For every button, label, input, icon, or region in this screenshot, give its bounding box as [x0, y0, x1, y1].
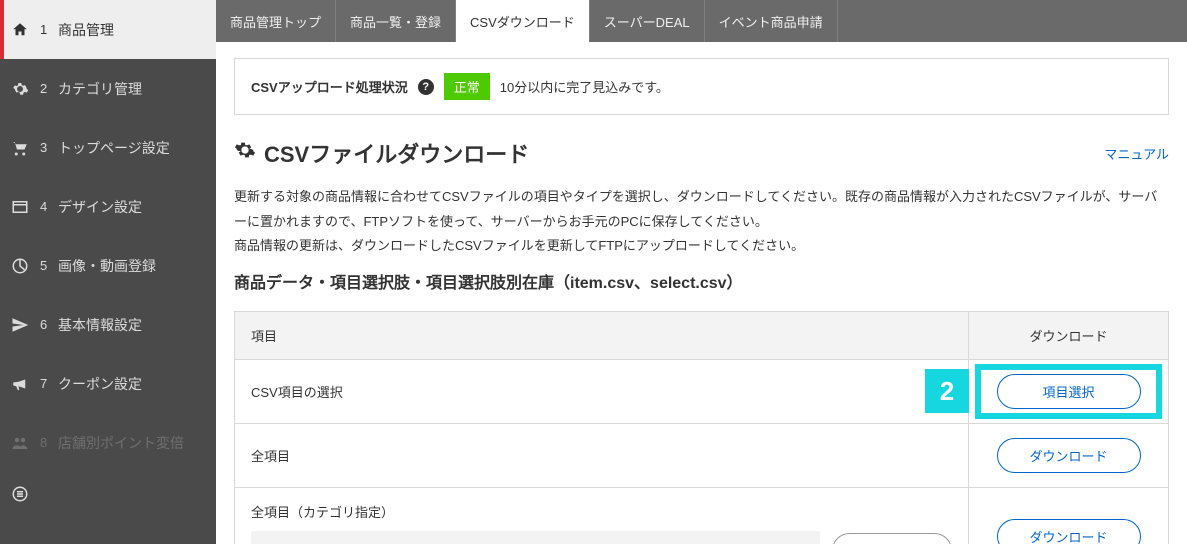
gear-icon: [234, 139, 256, 167]
row-label: 全項目（カテゴリ指定）: [251, 502, 952, 521]
download-button[interactable]: ダウンロード: [997, 438, 1141, 473]
upload-status-box: CSVアップロード処理状況 ? 正常 10分以内に完了見込みです。: [234, 58, 1169, 115]
sidebar-item-デザイン設定[interactable]: 4デザイン設定: [0, 177, 216, 236]
sidebar-item-num: 4: [40, 199, 58, 214]
sidebar-item-label: 基本情報設定: [58, 315, 142, 335]
sidebar-item-num: 5: [40, 258, 58, 273]
sidebar-item-num: 6: [40, 317, 58, 332]
main: 商品管理トップ商品一覧・登録CSVダウンロードスーパーDEALイベント商品申請 …: [216, 0, 1187, 544]
sidebar-item-クーポン設定[interactable]: 7クーポン設定: [0, 354, 216, 413]
gear-icon: [0, 80, 40, 98]
table-row: 全項目（カテゴリ指定） カテゴリを選択してください。 カテゴリ選択 ダウンロード: [235, 488, 1169, 544]
sidebar-item-num: 2: [40, 81, 58, 96]
sidebar-item-店舗別ポイント変倍[interactable]: 8店舗別ポイント変倍: [0, 413, 216, 472]
sidebar-item-商品管理[interactable]: 1商品管理: [0, 0, 216, 59]
cart-icon: [0, 139, 40, 157]
highlight-number: 2: [925, 369, 969, 413]
content: CSVアップロード処理状況 ? 正常 10分以内に完了見込みです。 CSVファイ…: [216, 42, 1187, 544]
download-button[interactable]: ダウンロード: [997, 519, 1141, 544]
status-badge: 正常: [444, 73, 490, 100]
sidebar-item-label: 商品管理: [58, 20, 114, 40]
table-row: 全項目ダウンロード: [235, 424, 1169, 488]
window-icon: [0, 198, 40, 216]
tab-イベント商品申請[interactable]: イベント商品申請: [705, 0, 838, 42]
sidebar-item-label: 店舗別ポイント変倍: [58, 433, 184, 453]
row-action-cell: 項目選択2: [969, 360, 1169, 424]
subheading: 商品データ・項目選択肢・項目選択肢別在庫（item.csv、select.csv…: [234, 269, 1169, 293]
sidebar-item-num: 7: [40, 376, 58, 391]
description: 更新する対象の商品情報に合わせてCSVファイルの項目やタイプを選択し、ダウンロー…: [234, 185, 1169, 259]
tab-商品一覧・登録[interactable]: 商品一覧・登録: [336, 0, 456, 42]
sidebar-item-num: 1: [40, 22, 58, 37]
sidebar-item-num: 3: [40, 140, 58, 155]
tab-bar: 商品管理トップ商品一覧・登録CSVダウンロードスーパーDEALイベント商品申請: [216, 0, 1187, 42]
category-select-button[interactable]: カテゴリ選択: [832, 533, 952, 544]
download-table: 項目 ダウンロード CSV項目の選択項目選択2全項目ダウンロード全項目（カテゴリ…: [234, 311, 1169, 544]
page-title-text: CSVファイルダウンロード: [264, 137, 529, 169]
manual-link[interactable]: マニュアル: [1104, 144, 1169, 163]
row-label-cell: CSV項目の選択: [235, 360, 969, 424]
sidebar-item-more[interactable]: [0, 472, 216, 516]
status-message: 10分以内に完了見込みです。: [500, 77, 669, 96]
sidebar-item-画像・動画登録[interactable]: 5画像・動画登録: [0, 236, 216, 295]
table-header-item: 項目: [235, 312, 969, 360]
sidebar-item-label: カテゴリ管理: [58, 79, 142, 99]
select-fields-button[interactable]: 項目選択: [997, 374, 1141, 409]
sidebar-item-トップページ設定[interactable]: 3トップページ設定: [0, 118, 216, 177]
page-title: CSVファイルダウンロード: [234, 137, 529, 169]
sidebar-item-label: トップページ設定: [58, 138, 170, 158]
megaphone-icon: [0, 375, 40, 393]
table-body: CSV項目の選択項目選択2全項目ダウンロード全項目（カテゴリ指定）カテゴリを選択…: [235, 360, 1169, 544]
table-header-action: ダウンロード: [969, 312, 1169, 360]
category-input[interactable]: カテゴリを選択してください。: [251, 531, 820, 544]
row-action-cell: ダウンロード: [969, 424, 1169, 488]
send-icon: [0, 316, 40, 334]
sidebar-item-カテゴリ管理[interactable]: 2カテゴリ管理: [0, 59, 216, 118]
sidebar: 1商品管理2カテゴリ管理3トップページ設定4デザイン設定5画像・動画登録6基本情…: [0, 0, 216, 544]
home-icon: [0, 21, 40, 39]
sidebar-item-num: 8: [40, 435, 58, 450]
row-label-cell: 全項目: [235, 424, 969, 488]
table-row: CSV項目の選択項目選択2: [235, 360, 1169, 424]
list-icon: [0, 485, 40, 503]
tab-CSVダウンロード[interactable]: CSVダウンロード: [456, 0, 590, 42]
row-action-cell: ダウンロード: [969, 488, 1169, 544]
sidebar-item-label: 画像・動画登録: [58, 256, 156, 276]
users-icon: [0, 434, 40, 452]
row-label-cell: 全項目（カテゴリ指定） カテゴリを選択してください。 カテゴリ選択: [235, 488, 969, 544]
help-icon[interactable]: ?: [418, 79, 434, 95]
sidebar-item-label: デザイン設定: [58, 197, 142, 217]
sidebar-item-label: クーポン設定: [58, 374, 142, 394]
chart-icon: [0, 257, 40, 275]
tab-スーパーDEAL[interactable]: スーパーDEAL: [590, 0, 705, 42]
sidebar-item-基本情報設定[interactable]: 6基本情報設定: [0, 295, 216, 354]
upload-status-label: CSVアップロード処理状況: [251, 77, 408, 96]
heading-row: CSVファイルダウンロード マニュアル: [234, 137, 1169, 169]
tab-商品管理トップ[interactable]: 商品管理トップ: [216, 0, 336, 42]
